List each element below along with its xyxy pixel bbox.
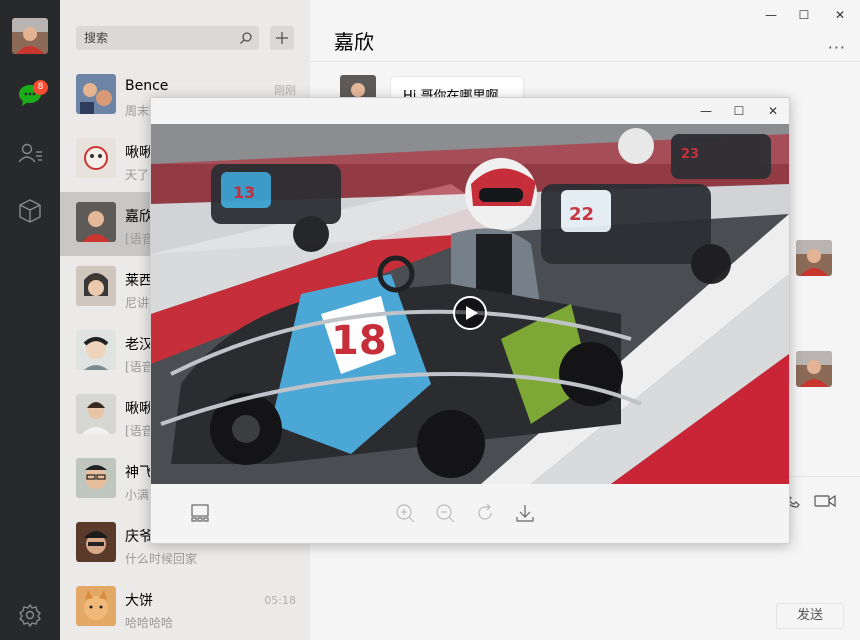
- zoom-out-icon[interactable]: [434, 502, 456, 524]
- chat-time: 刚刚: [274, 84, 296, 97]
- viewer-maximize-button[interactable]: ☐: [728, 102, 750, 120]
- chat-name: 神飞: [125, 465, 153, 481]
- viewer-close-button[interactable]: ✕: [762, 102, 784, 120]
- chat-time: 05:18: [264, 594, 296, 607]
- chat-preview: 周末: [125, 104, 150, 118]
- chat-name: 大饼: [125, 593, 153, 609]
- contacts-icon[interactable]: [17, 140, 43, 166]
- send-button[interactable]: 发送: [776, 603, 844, 629]
- avatar: [796, 240, 832, 276]
- user-avatar[interactable]: [12, 18, 48, 54]
- plus-icon: [276, 32, 288, 44]
- settings-icon[interactable]: [17, 602, 43, 628]
- chat-preview: 哈哈哈哈: [125, 616, 174, 630]
- search-input[interactable]: [76, 26, 259, 50]
- avatar: [796, 351, 832, 387]
- video-frame[interactable]: 13 22 23 18: [151, 124, 789, 484]
- download-icon[interactable]: [514, 502, 536, 524]
- viewer-titlebar: — ☐ ✕: [151, 98, 789, 124]
- kart-number-left: 13: [233, 183, 255, 202]
- avatar: [76, 394, 116, 434]
- chat-preview: 小满: [125, 488, 150, 502]
- play-icon: [466, 306, 478, 320]
- chat-name: 啾啾: [125, 401, 153, 417]
- viewer-minimize-button[interactable]: —: [695, 102, 717, 120]
- rotate-icon[interactable]: [474, 502, 496, 524]
- chat-name: 庆爷: [125, 529, 153, 545]
- search-icon: [240, 32, 252, 44]
- chat-preview: 尼讲: [125, 296, 150, 310]
- video-call-icon[interactable]: [814, 493, 836, 509]
- page-title: 嘉欣: [334, 30, 374, 54]
- chat-name: 啾啾: [125, 145, 153, 161]
- search-box: [76, 26, 259, 50]
- chat-preview: 天了: [125, 168, 150, 182]
- avatar: [76, 586, 116, 626]
- video-viewer-window: — ☐ ✕ 13 22 23 18: [150, 97, 790, 544]
- chat-name: 老汉: [125, 337, 153, 353]
- chat-preview: 什么时候回家: [125, 552, 198, 566]
- avatar: [76, 202, 116, 242]
- avatar: [76, 74, 116, 114]
- wechat-app: 8 搜索 Bence 周末 刚刚 啾啾 天了 嘉欣 [语音 莱西 尼讲 老汉 […: [0, 0, 860, 640]
- avatar: [76, 522, 116, 562]
- zoom-in-icon[interactable]: [394, 502, 416, 524]
- kart-number-right: 22: [569, 204, 594, 225]
- chat-name: 嘉欣: [125, 209, 153, 225]
- kart-number-far: 23: [681, 147, 699, 162]
- chat-header: 嘉欣 ···: [310, 0, 860, 62]
- chat-name: Bence: [125, 78, 169, 94]
- avatar: [76, 138, 116, 178]
- avatar: [76, 458, 116, 498]
- chat-item[interactable]: 大饼 哈哈哈哈 05:18: [60, 576, 310, 640]
- chat-name: 莱西: [125, 273, 153, 289]
- nav-rail: 8: [0, 0, 60, 640]
- avatar: [76, 330, 116, 370]
- avatar: [76, 266, 116, 306]
- viewer-toolbar: [151, 484, 789, 544]
- favorites-icon[interactable]: [17, 198, 43, 224]
- more-options-button[interactable]: ···: [828, 38, 846, 57]
- unread-badge: 8: [33, 80, 48, 95]
- play-button[interactable]: [453, 296, 487, 330]
- kart-number-main: 18: [331, 318, 387, 364]
- thumbnails-icon[interactable]: [189, 502, 211, 524]
- add-chat-button[interactable]: [270, 26, 294, 50]
